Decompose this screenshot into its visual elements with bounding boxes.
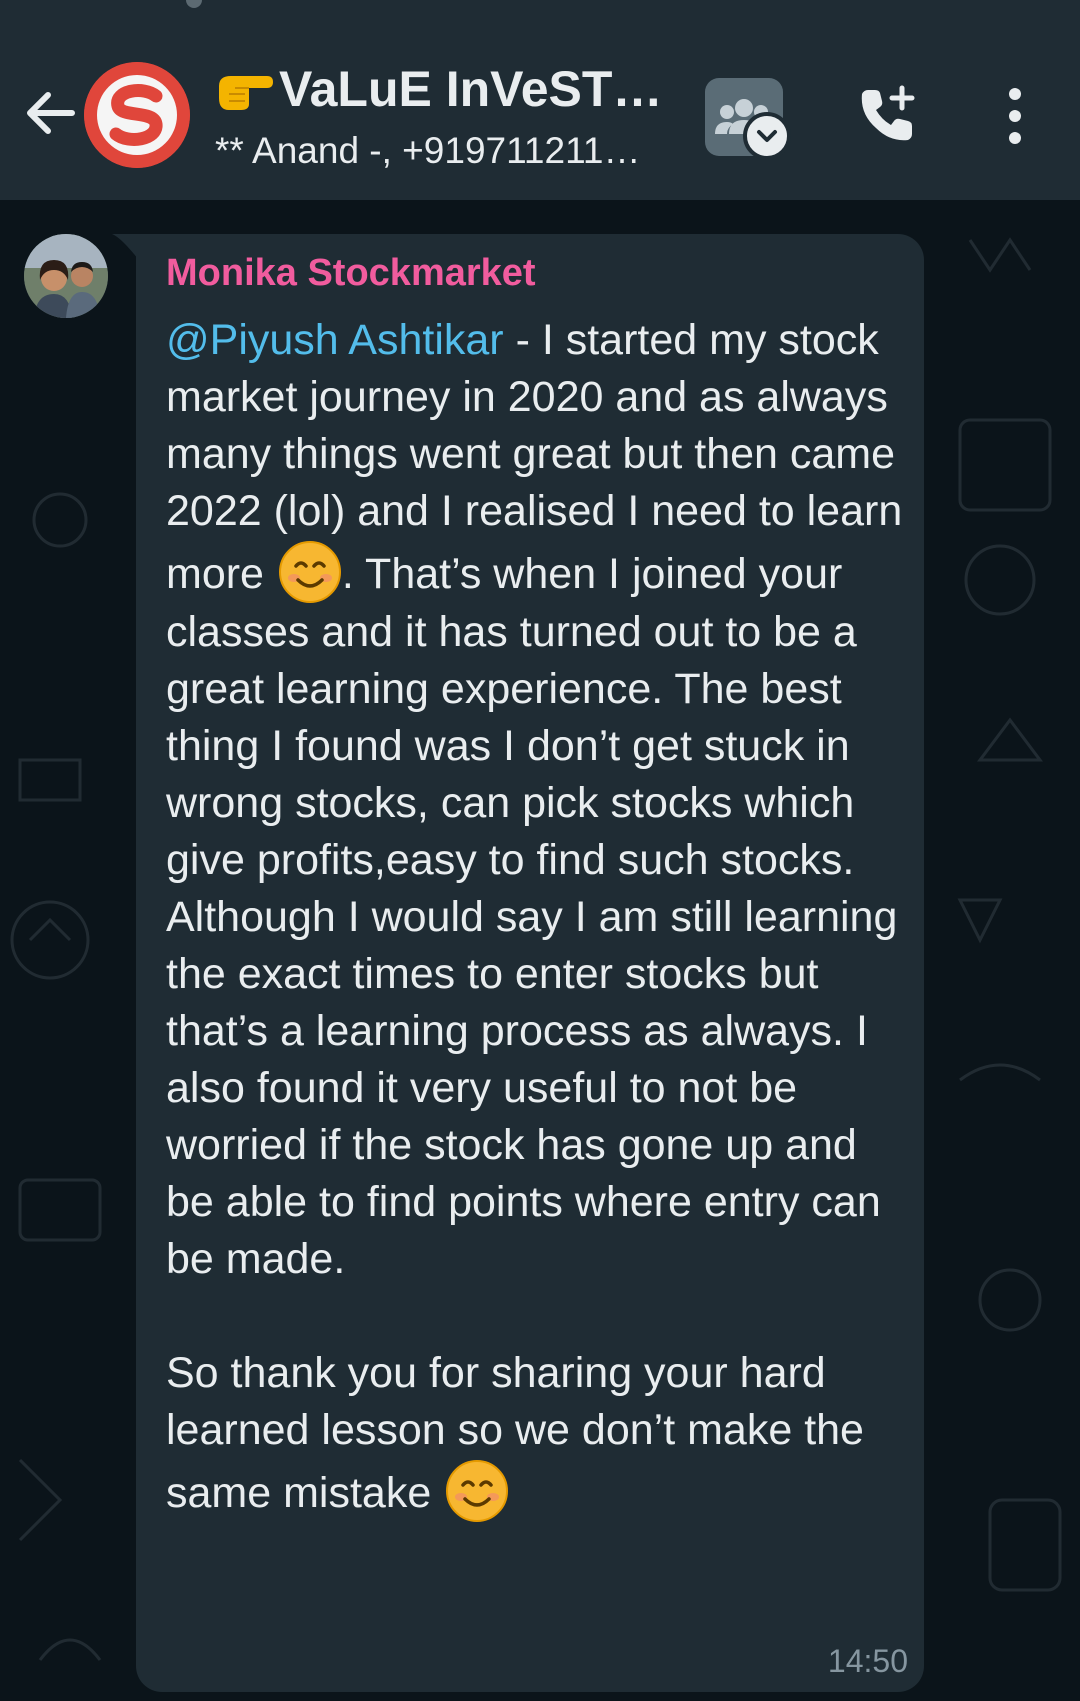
more-vertical-icon[interactable] (998, 86, 1032, 146)
chevron-down-icon (743, 112, 791, 160)
chat-subtitle: ** Anand -, +919711211… (215, 130, 641, 171)
profile-photo (24, 234, 108, 318)
message-text: @Piyush Ashtikar - I started my stock ma… (166, 312, 906, 1523)
smiling-face-emoji (278, 541, 341, 603)
sender-name[interactable]: Monika Stockmarket (166, 250, 886, 296)
mention-link[interactable]: @Piyush Ashtikar (166, 316, 504, 364)
message-segment: . (341, 550, 354, 598)
backhand-index-pointing-right-emoji (219, 76, 273, 110)
status-bar (0, 0, 1080, 18)
message-paragraph: @Piyush Ashtikar - I started my stock ma… (166, 312, 906, 1288)
message-segment: That’s when I joined your classes and it… (166, 550, 898, 1283)
group-avatar[interactable] (84, 62, 190, 168)
chat-title: VaLuE InVeST… (215, 58, 665, 120)
smiling-face-emoji (446, 1460, 509, 1522)
message-timestamp: 14:50 (827, 1643, 908, 1679)
chat-title-text: VaLuE InVeST… (279, 61, 663, 117)
message-paragraph: So thank you for sharing your hard learn… (166, 1345, 906, 1523)
chat-header: VaLuE InVeST… ** Anand -, +919711211… (0, 0, 1080, 200)
community-button[interactable] (705, 78, 791, 160)
message-segment: So thank you for sharing your hard learn… (166, 1349, 864, 1517)
status-dot (186, 0, 202, 8)
group-logo-icon (84, 62, 190, 168)
add-call-icon[interactable] (856, 84, 918, 146)
arrow-left-icon[interactable] (22, 86, 76, 140)
chat-title-area[interactable]: VaLuE InVeST… ** Anand -, +919711211… (215, 58, 665, 176)
sender-avatar[interactable] (24, 234, 108, 318)
